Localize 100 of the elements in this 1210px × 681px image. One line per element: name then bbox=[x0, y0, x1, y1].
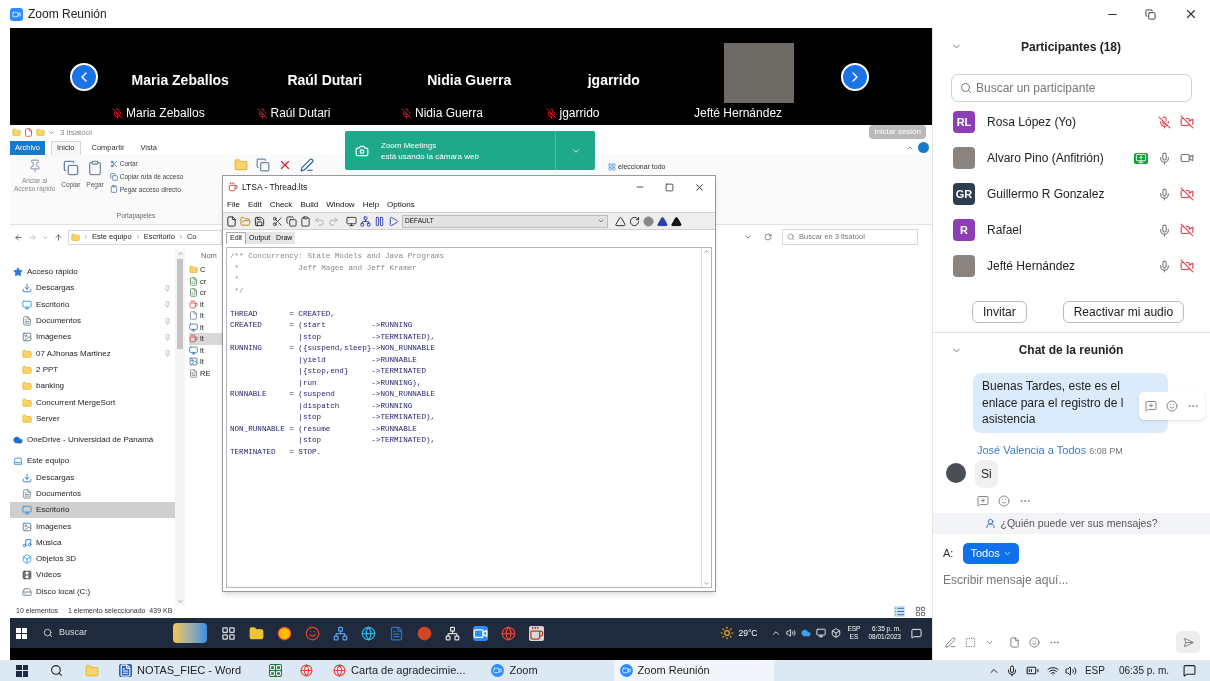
participant-row[interactable]: GR Guillermo R Gonzalez bbox=[933, 176, 1210, 212]
video-tile[interactable]: Raúl Dutari Raúl Dutari bbox=[252, 28, 397, 125]
emoji-icon[interactable] bbox=[1029, 636, 1040, 648]
format-icon[interactable] bbox=[945, 636, 956, 648]
video-tile[interactable]: Nidia Guerra Nidia Guerra bbox=[397, 28, 542, 125]
previous-page-button[interactable] bbox=[70, 62, 98, 91]
document-app-icon[interactable] bbox=[389, 625, 404, 641]
nav-item[interactable]: Imágenes bbox=[10, 518, 175, 535]
up-icon[interactable] bbox=[54, 232, 63, 242]
nav-item[interactable]: Escritorio bbox=[10, 502, 175, 519]
taskbar-item[interactable]: NOTAS_FIEC - Word bbox=[113, 660, 248, 681]
search-field[interactable]: Buscar bbox=[43, 622, 173, 644]
reply-icon[interactable] bbox=[1145, 400, 1157, 412]
rename-icon[interactable] bbox=[300, 158, 314, 172]
next-page-button[interactable] bbox=[841, 62, 869, 91]
device-icon[interactable] bbox=[831, 628, 842, 638]
panel-button[interactable]: Invitar bbox=[972, 301, 1027, 323]
reload-icon[interactable] bbox=[629, 215, 640, 227]
task-view-icon[interactable] bbox=[221, 625, 236, 641]
tiles-view-icon[interactable] bbox=[915, 606, 926, 617]
wifi-icon[interactable] bbox=[1046, 664, 1059, 677]
save-icon[interactable] bbox=[254, 215, 265, 227]
restore-icon[interactable] bbox=[1145, 8, 1156, 20]
send-button[interactable] bbox=[1176, 631, 1200, 653]
network-app-icon[interactable] bbox=[333, 625, 348, 641]
nav-item[interactable]: Escritorio bbox=[10, 296, 175, 313]
nav-item[interactable]: Disco local (C:) bbox=[10, 583, 175, 600]
menu-item[interactable]: Options bbox=[387, 199, 415, 211]
video-tile[interactable]: Jefté Hernández bbox=[690, 28, 798, 125]
maximize-icon[interactable] bbox=[665, 182, 674, 192]
network-icon[interactable] bbox=[816, 628, 827, 638]
video-tile[interactable]: Maria Zeballos Maria Zeballos bbox=[108, 28, 253, 125]
screenshot-icon[interactable] bbox=[965, 636, 976, 648]
cloud-icon[interactable] bbox=[801, 628, 812, 638]
dropdown-icon[interactable] bbox=[744, 233, 752, 241]
participant-row[interactable]: R Rafael bbox=[933, 212, 1210, 248]
nav-item[interactable]: Acceso rápido bbox=[10, 264, 175, 281]
window-icon[interactable] bbox=[346, 215, 357, 227]
nav-item[interactable]: OneDrive - Universidad de Panamá bbox=[10, 431, 175, 449]
nav-item[interactable]: Imágenes bbox=[10, 329, 175, 346]
nav-item[interactable]: Descargas bbox=[10, 469, 175, 486]
visibility-bar[interactable]: ¿Quién puede ver sus mensajes? bbox=[933, 513, 1210, 534]
message-input[interactable]: Escribir mensaje aquí... bbox=[943, 570, 1200, 590]
menu-item[interactable]: Check bbox=[269, 199, 293, 211]
new-file-icon[interactable] bbox=[226, 215, 237, 227]
cut-icon[interactable] bbox=[272, 215, 283, 227]
delete-icon[interactable] bbox=[278, 158, 292, 172]
scrollbar[interactable] bbox=[175, 250, 185, 605]
nav-item[interactable]: Documentos bbox=[10, 485, 175, 503]
taskbar-item[interactable]: Zoom bbox=[485, 660, 544, 681]
browser-icon[interactable] bbox=[361, 625, 376, 641]
browser-icon[interactable] bbox=[501, 625, 516, 641]
participant-row[interactable]: Jefté Hernández bbox=[933, 248, 1210, 284]
volume-icon[interactable] bbox=[1064, 664, 1077, 677]
details-view-icon[interactable] bbox=[894, 606, 905, 617]
presentation-app-icon[interactable] bbox=[417, 625, 432, 641]
network-app-icon[interactable] bbox=[445, 625, 460, 641]
notifications-icon[interactable] bbox=[1183, 664, 1196, 677]
nav-item[interactable]: Música bbox=[10, 534, 175, 552]
nav-item[interactable]: 2 PPT bbox=[10, 361, 175, 379]
back-icon[interactable] bbox=[14, 232, 23, 242]
folder-icon[interactable] bbox=[249, 625, 264, 641]
emoji-icon[interactable] bbox=[998, 495, 1010, 507]
copy-icon[interactable] bbox=[286, 215, 297, 227]
refresh-icon[interactable] bbox=[764, 233, 772, 241]
nav-item[interactable]: Concurrent MergeSort bbox=[10, 394, 175, 411]
nav-item[interactable]: Este equipo bbox=[10, 453, 175, 470]
paste-icon[interactable] bbox=[300, 215, 311, 227]
copy-icon[interactable] bbox=[256, 158, 270, 172]
tray-expand-icon[interactable] bbox=[771, 628, 782, 638]
pause-icon[interactable] bbox=[374, 215, 385, 227]
run-icon[interactable] bbox=[388, 215, 399, 227]
cup-app-icon[interactable] bbox=[529, 625, 544, 641]
nav-item[interactable]: Server bbox=[10, 410, 175, 427]
nav-item[interactable]: Descargas bbox=[10, 280, 175, 297]
recipient-dropdown[interactable]: Todos bbox=[963, 543, 1019, 564]
search-field[interactable]: Buscar un participante bbox=[951, 74, 1192, 102]
nav-item[interactable]: Vídeos bbox=[10, 567, 175, 584]
participant-row[interactable]: RL Rosa López (Yo) bbox=[933, 104, 1210, 140]
reply-icon[interactable] bbox=[977, 495, 989, 507]
emoji-icon[interactable] bbox=[1166, 400, 1178, 412]
menu-item[interactable]: Window bbox=[326, 199, 355, 211]
close-icon[interactable] bbox=[694, 181, 705, 193]
clock-time[interactable]: 06:35 p. m. bbox=[1118, 663, 1169, 678]
help-icon[interactable] bbox=[918, 142, 929, 153]
nav-item[interactable]: Objetos 3D bbox=[10, 551, 175, 568]
volume-icon[interactable] bbox=[786, 628, 797, 638]
nav-item[interactable]: Documentos bbox=[10, 312, 175, 330]
language-indicator[interactable]: ESP bbox=[1084, 663, 1105, 678]
battery-icon[interactable] bbox=[1025, 664, 1039, 677]
panel-button[interactable]: Reactivar mi audio bbox=[1062, 301, 1185, 323]
menu-item[interactable]: Build bbox=[300, 199, 319, 211]
close-icon[interactable] bbox=[1184, 7, 1198, 21]
spreadsheet-app-icon[interactable] bbox=[269, 664, 283, 677]
browser-icon[interactable] bbox=[277, 625, 292, 641]
menu-item[interactable]: File bbox=[227, 199, 240, 211]
search-icon[interactable] bbox=[50, 664, 63, 677]
video-tile[interactable]: jgarrido jgarrido bbox=[541, 28, 686, 125]
participant-row[interactable]: Alvaro Pino (Anfitrión) bbox=[933, 140, 1210, 176]
file-icon[interactable] bbox=[1009, 636, 1020, 648]
